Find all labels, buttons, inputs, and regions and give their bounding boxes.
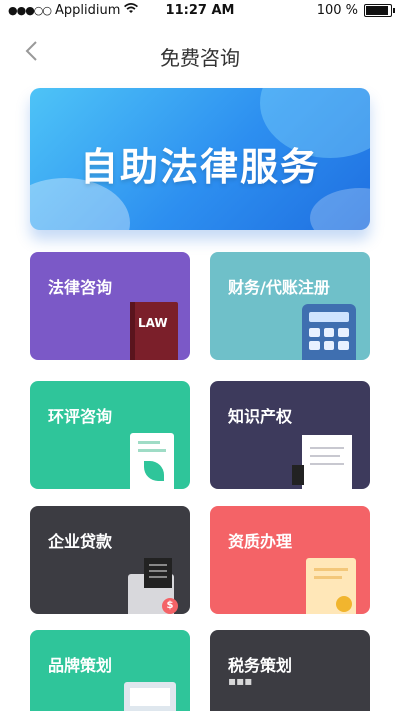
battery-percent: 100 % [316, 3, 358, 18]
law-book-icon: LAW [130, 302, 178, 360]
certificate-icon [292, 435, 352, 489]
calculator-icon [302, 304, 356, 360]
service-card-legal-consult[interactable]: 法律咨询 LAW [30, 252, 190, 360]
service-card-label: 资质办理 [228, 532, 293, 551]
service-card-label: 财务/代账注册 [228, 278, 330, 297]
battery-icon [364, 4, 395, 17]
service-card-qualification[interactable]: 资质办理 [210, 506, 370, 614]
banner-title: 自助法律服务 [79, 145, 320, 189]
banner-decoration [310, 188, 370, 230]
service-card-label: 环评咨询 [48, 407, 113, 426]
leaf-document-icon [130, 433, 174, 489]
coin-icon: $ [162, 598, 178, 614]
service-card-branding[interactable]: 品牌策划 [30, 630, 190, 711]
status-right: 100 % [316, 3, 395, 18]
service-card-label: 税务策划 [228, 656, 293, 675]
page-title: 免费咨询 [160, 46, 240, 70]
award-certificate-icon [306, 558, 356, 614]
service-card-finance[interactable]: 财务/代账注册 [210, 252, 370, 360]
hero-banner[interactable]: 自助法律服务 [30, 88, 370, 230]
monitor-icon [124, 682, 176, 711]
service-card-label: 品牌策划 [48, 656, 113, 675]
navbar: 免费咨询 [0, 34, 400, 74]
service-card-label: 企业贷款 [48, 532, 113, 551]
service-card-environment[interactable]: 环评咨询 [30, 381, 190, 489]
service-card-label: 法律咨询 [48, 278, 113, 297]
service-card-loan[interactable]: 企业贷款 $ [30, 506, 190, 614]
status-bar: ●●●○○ Applidium 11:27 AM 100 % [0, 0, 400, 22]
service-card-ip[interactable]: 知识产权 [210, 381, 370, 489]
tax-icon: ▪▪▪ [228, 674, 253, 688]
service-card-tax[interactable]: 税务策划 ▪▪▪ [210, 630, 370, 711]
service-card-label: 知识产权 [228, 407, 293, 426]
law-book-text: LAW [138, 316, 168, 330]
